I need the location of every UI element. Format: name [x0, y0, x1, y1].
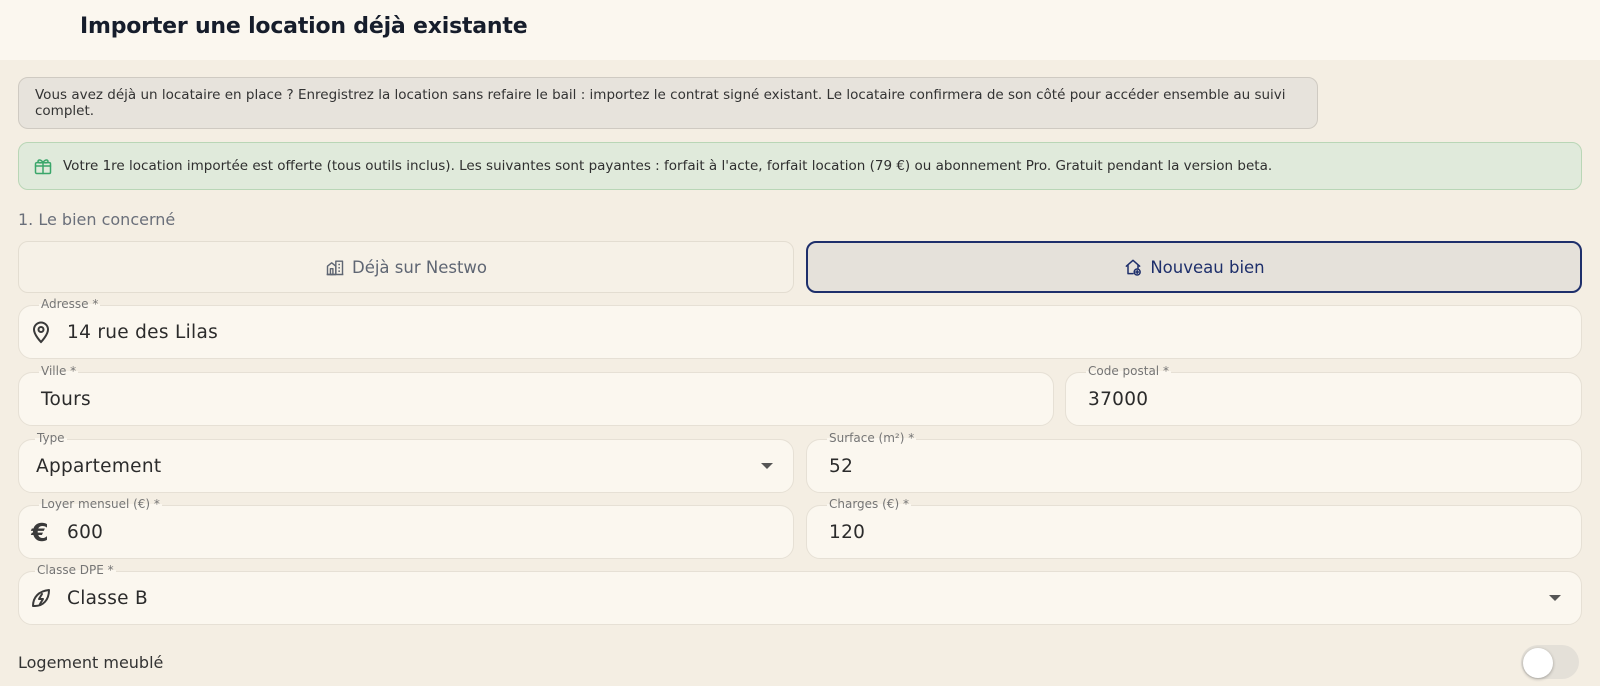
- euro-icon: €: [31, 517, 49, 547]
- offer-text: Votre 1re location importée est offerte …: [63, 158, 1273, 174]
- furnished-label: Logement meublé: [18, 653, 164, 672]
- postal-code-field[interactable]: Code postal * 37000: [1065, 364, 1582, 426]
- type-select[interactable]: Type Appartement: [18, 431, 794, 493]
- address-input[interactable]: 14 rue des Lilas: [67, 306, 218, 358]
- house-plus-icon: [1123, 257, 1150, 277]
- city-input[interactable]: Tours: [41, 373, 91, 425]
- gift-icon: [33, 156, 63, 176]
- section-title: 1. Le bien concerné: [18, 210, 176, 229]
- charges-input[interactable]: 120: [829, 506, 865, 558]
- page-title: Importer une location déjà existante: [80, 14, 528, 39]
- dpe-value: Classe B: [67, 587, 149, 609]
- charges-field[interactable]: Charges (€) * 120: [806, 497, 1582, 559]
- furnished-toggle[interactable]: [1521, 645, 1579, 679]
- surface-input[interactable]: 52: [829, 440, 853, 492]
- surface-field[interactable]: Surface (m²) * 52: [806, 431, 1582, 493]
- toggle-knob: [1523, 648, 1553, 678]
- existing-property-button[interactable]: Déjà sur Nestwo: [18, 241, 794, 293]
- chevron-down-icon: [1549, 595, 1561, 601]
- address-field[interactable]: Adresse * 14 rue des Lilas: [18, 297, 1582, 359]
- chevron-down-icon: [761, 463, 773, 469]
- new-property-button[interactable]: Nouveau bien: [806, 241, 1582, 293]
- page-header: Importer une location déjà existante: [0, 0, 1600, 60]
- offer-banner: Votre 1re location importée est offerte …: [18, 142, 1582, 190]
- new-property-label: Nouveau bien: [1150, 257, 1265, 277]
- building-icon: [325, 257, 352, 277]
- rent-field[interactable]: Loyer mensuel (€) * € 600: [18, 497, 794, 559]
- info-banner: Vous avez déjà un locataire en place ? E…: [18, 77, 1318, 129]
- leaf-energy-icon: [29, 586, 53, 610]
- existing-property-label: Déjà sur Nestwo: [351, 257, 488, 277]
- postal-code-input[interactable]: 37000: [1088, 373, 1148, 425]
- location-pin-icon: [29, 320, 53, 344]
- rent-input[interactable]: 600: [67, 506, 103, 558]
- info-text: Vous avez déjà un locataire en place ? E…: [35, 87, 1286, 119]
- type-value: Appartement: [36, 455, 162, 477]
- city-field[interactable]: Ville * Tours: [18, 364, 1054, 426]
- dpe-select[interactable]: Classe DPE * Classe B: [18, 563, 1582, 625]
